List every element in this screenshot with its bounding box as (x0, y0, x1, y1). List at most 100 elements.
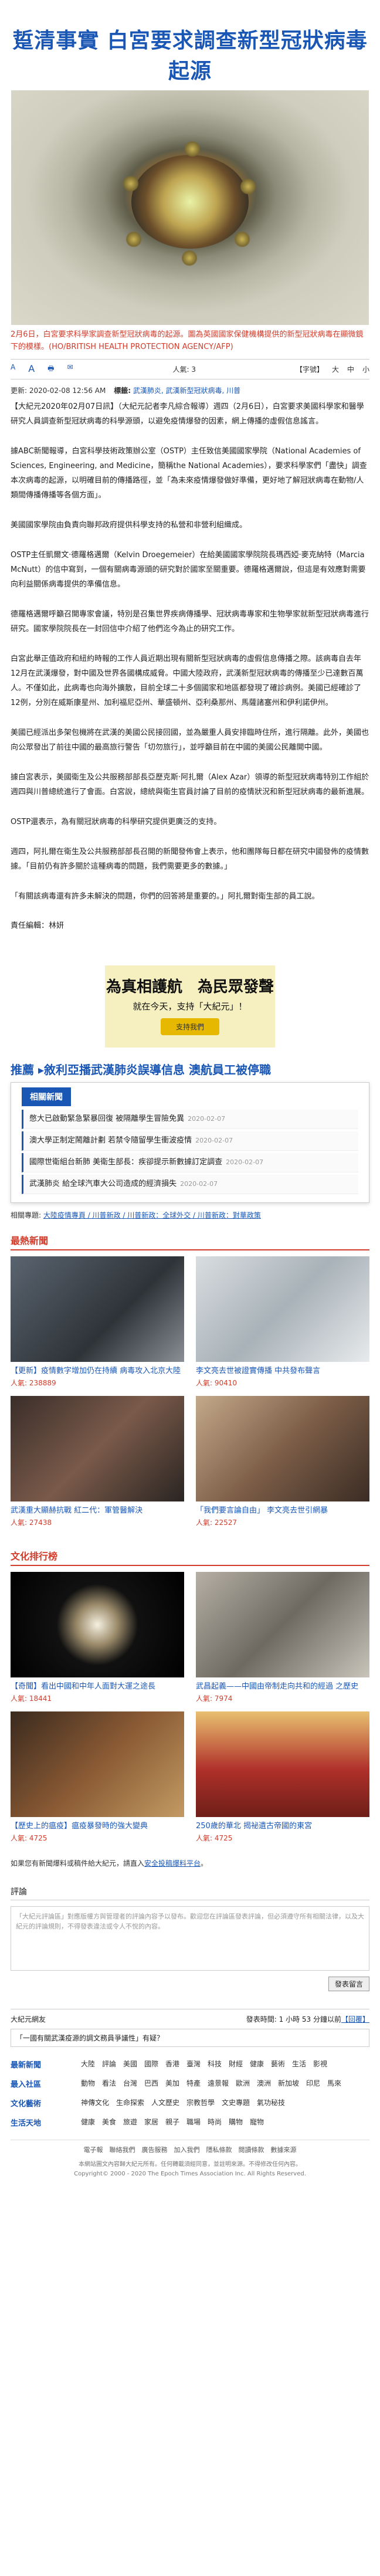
views-count: 人氣: 3 (172, 365, 196, 374)
editor-credit: 責任編輯：林妍 (11, 921, 65, 930)
virus-spike (181, 250, 198, 266)
news-title[interactable]: 武漢重大顯赫抗戰 紅二代：軍管醫解決 (11, 1505, 184, 1516)
latest-news-section: 最熱新聞 【更新】疫情數字增加仍在持續 病毒攻入北京大陸 人氣: 238889 … (11, 1233, 369, 1536)
list-item[interactable]: 武漢肺炎 給全球汽車大公司造成的經濟損失 2020-02-07 (22, 1175, 358, 1194)
list-item[interactable]: 國際世衛組台新肺 美衛生部長：疾卻提示新數據訂定調查 2020-02-07 (22, 1153, 358, 1172)
news-views: 人氣: 27438 (11, 1519, 52, 1527)
news-title[interactable]: 【更新】疫情數字增加仍在持續 病毒攻入北京大陸 (11, 1365, 184, 1377)
list-item[interactable]: 憋大已啟動緊急緊暴回復 被隔離學生冒險免異 2020-02-07 (22, 1110, 358, 1129)
image-caption: 2月6日，白宮要求科學家調查新型冠狀病毒的起源。圖為英國國家保健機構提供的新型冠… (11, 330, 364, 351)
related-topics-label: 相關專題: (11, 1211, 42, 1219)
news-thumbnail[interactable] (196, 1711, 369, 1817)
news-card[interactable]: 武昌起義——中國由帝制走向共和的經過 之歷史 人氣: 7974 (196, 1572, 369, 1711)
paragraph: 週四，阿扎爾在衛生及公共服務部部長召開的新聞發佈會上表示，他和團隊每日都在研究中… (11, 848, 369, 871)
copyright: 本網站圖文內容歸大紀元所有。任何轉載須經同意，並註明來源。不得修改任何內容。 C… (74, 2161, 306, 2177)
news-card[interactable]: 【歷史上的瘟疫】瘟疫暴發時的強大變典 人氣: 4725 (11, 1711, 184, 1851)
paragraph: 據ABC新聞報導，白宮科學技術政策辦公室（OSTP）主任致信美國國家學院（Nat… (11, 447, 367, 500)
footer-nav-items[interactable]: 神傳文化 生命探索 人文歷史 宗教哲學 文史專題 氣功秘技 (81, 2097, 369, 2109)
comments-title: 評論 (11, 1886, 369, 1900)
submit-comment-button[interactable]: 發表留言 (328, 1977, 369, 1991)
news-thumbnail[interactable] (196, 1572, 369, 1677)
related-title[interactable]: 憋大已啟動緊急緊暴回復 被隔離學生冒險免異 (29, 1114, 184, 1123)
font-large-icon[interactable]: A (28, 363, 35, 375)
related-title[interactable]: 武漢肺炎 給全球汽車大公司造成的經濟損失 (29, 1179, 177, 1188)
related-title[interactable]: 澳大學正制定鬧離計劃 若禁令隨留學生衝波疫情 (29, 1136, 192, 1145)
news-title[interactable]: 武昌起義——中國由帝制走向共和的經過 之歷史 (196, 1681, 369, 1692)
footer-nav-heading[interactable]: 文化藝術 (11, 2097, 81, 2109)
paragraph: 德羅格邁爾呼籲召開專家會議，特別是召集世界疾病傳播學、冠狀病毒專家和生物學家就新… (11, 610, 369, 633)
news-title[interactable]: 【奇聞】看出中國和中年人面對大運之途長 (11, 1681, 184, 1692)
virus-spike (123, 175, 139, 192)
related-news: 相關新聞 憋大已啟動緊急緊暴回復 被隔離學生冒險免異 2020-02-07 澳大學… (11, 1082, 369, 1203)
news-thumbnail[interactable] (11, 1711, 184, 1817)
paragraph: 【大紀元2020年02月07日訊】（大紀元記者李凡綜合報導）週四（2月6日），白… (11, 402, 364, 426)
news-title[interactable]: 「我們要言論自由」 李文亮去世引網暴 (196, 1505, 369, 1516)
footer-nav-items[interactable]: 大陸 評論 美國 國際 香港 臺灣 科技 財經 健康 藝術 生活 影視 (81, 2059, 369, 2070)
tag-label: 標籤: (114, 387, 131, 395)
news-views: 人氣: 238889 (11, 1379, 56, 1387)
news-card[interactable]: 【奇聞】看出中國和中年人面對大運之途長 人氣: 18441 (11, 1572, 184, 1711)
news-thumbnail[interactable] (11, 1396, 184, 1501)
news-thumbnail[interactable] (11, 1256, 184, 1362)
news-thumbnail[interactable] (11, 1572, 184, 1677)
news-title[interactable]: 李文亮去世被證實傳播 中共發布聲言 (196, 1365, 369, 1377)
font-small-icon[interactable]: A (11, 363, 15, 375)
recommended-headline[interactable]: 推薦 ▸敘利亞播武漢肺炎誤導信息 澳航員工被停職 (11, 1060, 369, 1077)
footer-nav-items[interactable]: 動物 看法 台灣 巴西 美加 特產 遠景報 歐洲 澳洲 新加坡 印尼 馬來 (81, 2078, 369, 2089)
related-date: 2020-02-07 (180, 1180, 218, 1188)
article-body: 【大紀元2020年02月07日訊】（大紀元記者李凡綜合報導）週四（2月6日），白… (11, 399, 369, 904)
related-news-header: 相關新聞 (22, 1087, 71, 1106)
promo-headline: 為真相護航 為民眾發聲 (106, 978, 274, 996)
virus-spike (240, 178, 256, 195)
related-date: 2020-02-07 (226, 1158, 264, 1166)
paragraph: OSTP主任凱爾文·德羅格邁爾（Kelvin Droegemeier）在給美國國… (11, 551, 366, 589)
footer-nav-heading[interactable]: 最入社區 (11, 2078, 81, 2089)
latest-news-title: 最熱新聞 (11, 1233, 369, 1250)
related-topics-links[interactable]: 大陸疫情專頁 / 川普新政 / 川普新政：全球外交 / 川普新政：對華政策 (43, 1211, 261, 1219)
page-title: 踅清事實 白宮要求調查新型冠狀病毒起源 (12, 29, 368, 83)
news-title[interactable]: 250歲的華北 揭祕遺古帝國的東宮 (196, 1821, 369, 1832)
related-topics: 相關專題: 大陸疫情專頁 / 川普新政 / 川普新政：全球外交 / 川普新政：對… (11, 1210, 369, 1220)
tip-link[interactable]: 安全投稿爆料平台 (144, 1859, 201, 1867)
news-thumbnail[interactable] (196, 1256, 369, 1362)
article-meta: 更新: 2020-02-08 12:56 AM 標籤: 武漢肺炎, 武漢新型冠狀… (11, 385, 369, 396)
comment-meta: 大紀元網友 發表時間: 1 小時 53 分鐘以前【回覆】 (11, 2009, 369, 2024)
news-card[interactable]: 「我們要言論自由」 李文亮去世引網暴 人氣: 22527 (196, 1396, 369, 1536)
article-tags[interactable]: 武漢肺炎, 武漢新型冠狀病毒, 川普 (133, 387, 240, 395)
footer-nav-heading[interactable]: 生活天地 (11, 2117, 81, 2128)
font-size-mid[interactable]: 中 (347, 364, 354, 374)
tip-text: 如果您有新聞爆料或稿件給大紀元，請直入 (11, 1859, 145, 1867)
footer-nav-heading[interactable]: 最新新聞 (11, 2059, 81, 2070)
font-size-label: 【字號】 (295, 365, 324, 374)
font-size-big[interactable]: 大 (332, 364, 339, 374)
news-views: 人氣: 7974 (196, 1694, 233, 1703)
related-title[interactable]: 國際世衛組台新肺 美衛生部長：疾卻提示新數據訂定調查 (29, 1158, 222, 1167)
reply-link[interactable]: 【回覆】 (341, 2015, 369, 2023)
virus-spike (125, 231, 142, 248)
news-views: 人氣: 4725 (11, 1834, 48, 1842)
font-size-small[interactable]: 小 (362, 364, 369, 374)
tip-end: 。 (201, 1859, 208, 1867)
news-views: 人氣: 22527 (196, 1519, 238, 1527)
print-icon[interactable]: 🖶 (48, 363, 54, 375)
related-news-list: 憋大已啟動緊急緊暴回復 被隔離學生冒險免異 2020-02-07 澳大學正制定鬧離… (11, 1110, 369, 1194)
mail-icon[interactable]: ✉ (67, 363, 73, 375)
share-tools: A A 🖶 ✉ (11, 363, 73, 375)
news-card[interactable]: 武漢重大顯赫抗戰 紅二代：軍管醫解決 人氣: 27438 (11, 1396, 184, 1536)
footer-links[interactable]: 電子報 聯絡我們 廣告服務 加入我們 隱私條款 閱讀條款 數據來源 (11, 2140, 369, 2154)
list-item[interactable]: 澳大學正制定鬧離計劃 若禁令隨留學生衝波疫情 2020-02-07 (22, 1131, 358, 1151)
news-thumbnail[interactable] (196, 1396, 369, 1501)
comment-time: 發表時間: 1 小時 53 分鐘以前【回覆】 (246, 2014, 369, 2024)
hero-image (11, 90, 369, 325)
footer-nav-items[interactable]: 健康 美食 旅遊 家居 親子 職場 時尚 購物 寵物 (81, 2117, 369, 2128)
news-card[interactable]: 【更新】疫情數字增加仍在持續 病毒攻入北京大陸 人氣: 238889 (11, 1256, 184, 1396)
news-title[interactable]: 【歷史上的瘟疫】瘟疫暴發時的強大變典 (11, 1821, 184, 1832)
comment-input[interactable]: 「大紀元評論區」對應版權方與管理者的評論內容予以發布。歡迎您在評論區發表評論，但… (11, 1906, 369, 1971)
news-card[interactable]: 李文亮去世被證實傳播 中共發布聲言 人氣: 90410 (196, 1256, 369, 1396)
support-button[interactable]: 支持我們 (160, 1018, 219, 1035)
culture-ranking-section: 文化排行榜 【奇聞】看出中國和中年人面對大運之途長 人氣: 18441 武昌起義… (11, 1548, 369, 1851)
virus-spike (184, 141, 201, 157)
news-card[interactable]: 250歲的華北 揭祕遺古帝國的東宮 人氣: 4725 (196, 1711, 369, 1851)
paragraph: 美國國家學院由負責向聯邦政府提供科學支持的私營和非營利組織成。 (11, 521, 247, 530)
related-date: 2020-02-07 (188, 1115, 226, 1123)
